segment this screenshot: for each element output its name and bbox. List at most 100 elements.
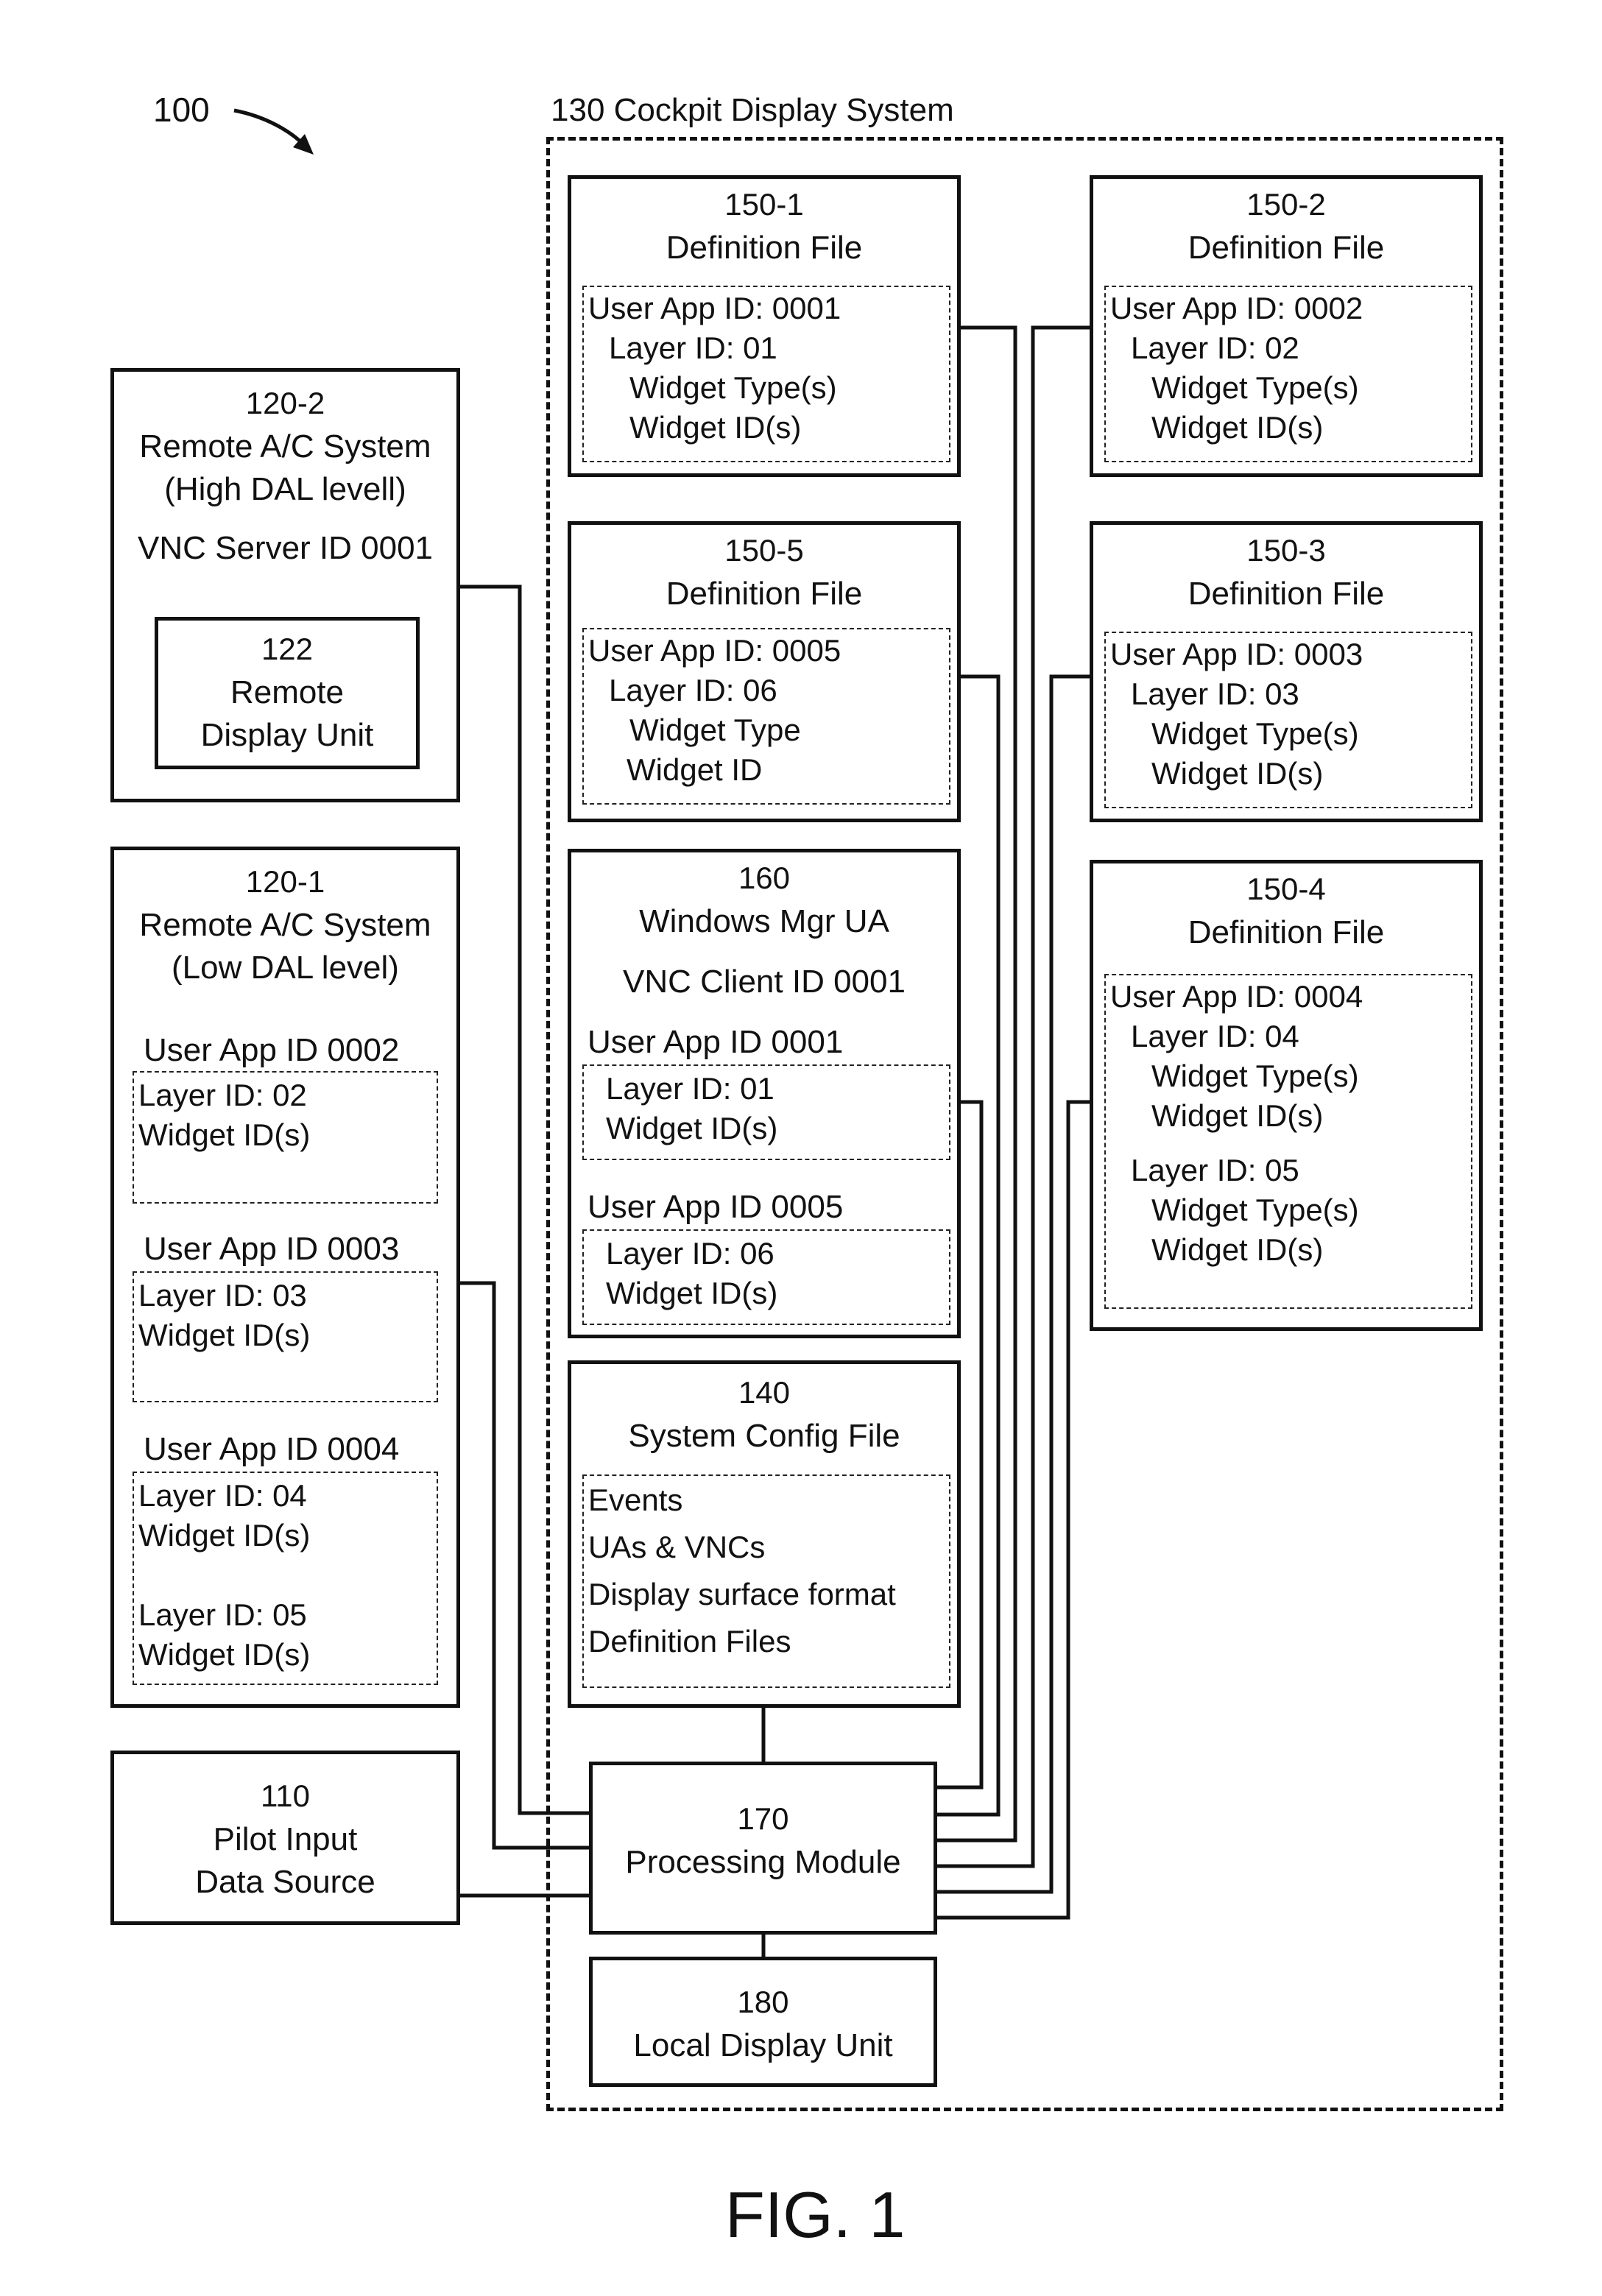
def-file-title: Definition File (666, 230, 863, 266)
widget-types: Widget Type(s) (629, 370, 837, 405)
widget-ids: Widget ID(s) (1151, 1098, 1324, 1133)
layer-id: Layer ID: 05 (1131, 1153, 1299, 1187)
remote-low-app-label: User App ID 0003 (144, 1231, 400, 1267)
system-config-title: System Config File (628, 1418, 900, 1454)
layer-id: Layer ID: 06 (606, 1236, 774, 1271)
local-display-unit[interactable]: 180 Local Display Unit (589, 1957, 937, 2087)
layer-id: Layer ID: 03 (1131, 677, 1299, 711)
widget-ids: Widget ID(s) (629, 410, 802, 445)
processing-module[interactable]: 170 Processing Module (589, 1762, 937, 1935)
pilot-input-line1: Pilot Input (213, 1821, 358, 1857)
layer-id: Layer ID: 04 (138, 1478, 307, 1513)
cockpit-display-system-title: 130 Cockpit Display System (551, 92, 954, 128)
def-file-content: User App ID: 0002 Layer ID: 02 Widget Ty… (1104, 286, 1472, 462)
remote-high-subtitle: (High DAL levell) (164, 471, 406, 507)
remote-display-line2: Display Unit (200, 717, 374, 753)
def-file-title: Definition File (1188, 914, 1385, 950)
definition-file-150-2[interactable]: 150-2 Definition File User App ID: 0002 … (1090, 175, 1483, 477)
remote-display-line1: Remote (230, 674, 345, 710)
vnc-client-id: VNC Client ID 0001 (623, 964, 906, 1000)
system-config-content: Events UAs & VNCs Display surface format… (582, 1474, 950, 1688)
def-file-ref: 150-5 (724, 533, 804, 568)
definition-file-150-3[interactable]: 150-3 Definition File User App ID: 0003 … (1090, 521, 1483, 822)
layer-id: Layer ID: 05 (138, 1597, 307, 1632)
config-item-events: Events (588, 1483, 683, 1517)
layer-id: Layer ID: 01 (606, 1071, 774, 1106)
def-file-title: Definition File (666, 576, 863, 612)
config-item-uas-vncs: UAs & VNCs (588, 1530, 766, 1564)
processing-module-ref: 170 (737, 1801, 789, 1836)
config-item-display-surface-format: Display surface format (588, 1577, 896, 1611)
user-app-id: User App ID: 0003 (1110, 637, 1363, 671)
config-item-definition-files: Definition Files (588, 1624, 791, 1659)
widget-ids: Widget ID(s) (138, 1518, 311, 1553)
local-display-title: Local Display Unit (633, 2027, 893, 2063)
windows-mgr-app-label: User App ID 0005 (587, 1189, 844, 1225)
user-app-id: User App ID: 0001 (588, 291, 841, 325)
widget-ids: Widget ID(s) (1151, 1232, 1324, 1267)
def-file-ref: 150-1 (724, 187, 804, 222)
remote-low-app-label: User App ID 0004 (144, 1431, 400, 1467)
def-file-content: User App ID: 0003 Layer ID: 03 Widget Ty… (1104, 632, 1472, 808)
windows-manager-ua[interactable]: 160 Windows Mgr UA VNC Client ID 0001 Us… (568, 849, 961, 1338)
remote-low-app-label: User App ID 0002 (144, 1032, 400, 1068)
remote-high-ref: 120-2 (245, 386, 325, 420)
layer-id: Layer ID: 06 (609, 673, 777, 707)
def-file-content: User App ID: 0001 Layer ID: 01 Widget Ty… (582, 286, 950, 462)
local-display-ref: 180 (737, 1985, 789, 2019)
layer-id: Layer ID: 02 (138, 1078, 307, 1112)
widget-ids: Widget ID(s) (606, 1111, 778, 1145)
remote-ac-system-low[interactable]: 120-1 Remote A/C System (Low DAL level) … (110, 847, 460, 1708)
def-file-ref: 150-4 (1246, 872, 1326, 906)
windows-mgr-ref: 160 (738, 861, 791, 895)
processing-module-title: Processing Module (625, 1844, 901, 1880)
definition-file-150-5[interactable]: 150-5 Definition File User App ID: 0005 … (568, 521, 961, 822)
ref-arrow-100 (233, 108, 306, 147)
windows-mgr-title: Windows Mgr UA (639, 903, 889, 939)
layer-id: Layer ID: 02 (1131, 331, 1299, 365)
remote-ac-system-high[interactable]: 120-2 Remote A/C System (High DAL levell… (110, 368, 460, 802)
definition-file-150-1[interactable]: 150-1 Definition File User App ID: 0001 … (568, 175, 961, 477)
remote-display-ref: 122 (261, 632, 314, 666)
layer-id: Layer ID: 01 (609, 331, 777, 365)
remote-display-unit[interactable]: 122 Remote Display Unit (155, 617, 420, 769)
widget-ids: Widget ID(s) (1151, 410, 1324, 445)
figure-ref-label: 100 (153, 91, 210, 129)
windows-mgr-app-layer-box: Layer ID: 06 Widget ID(s) (582, 1229, 950, 1325)
def-file-ref: 150-2 (1246, 187, 1326, 222)
vnc-server-id: VNC Server ID 0001 (137, 530, 434, 566)
widget-id: Widget ID (627, 752, 763, 787)
figure-caption: FIG. 1 (725, 2178, 906, 2251)
remote-low-app-layer-box: Layer ID: 04 Widget ID(s) Layer ID: 05 W… (133, 1472, 438, 1685)
definition-file-150-4[interactable]: 150-4 Definition File User App ID: 0004 … (1090, 860, 1483, 1331)
system-config-file[interactable]: 140 System Config File Events UAs & VNCs… (568, 1360, 961, 1708)
layer-id: Layer ID: 04 (1131, 1019, 1299, 1053)
widget-ids: Widget ID(s) (138, 1117, 311, 1152)
pilot-input-ref: 110 (261, 1778, 310, 1813)
remote-low-app-layer-box: Layer ID: 03 Widget ID(s) (133, 1271, 438, 1402)
remote-low-subtitle: (Low DAL level) (172, 950, 399, 986)
widget-types: Widget Type(s) (1151, 1059, 1359, 1093)
widget-types: Widget Type(s) (1151, 1193, 1359, 1227)
widget-ids: Widget ID(s) (606, 1276, 778, 1310)
remote-low-title: Remote A/C System (139, 907, 431, 943)
widget-ids: Widget ID(s) (138, 1318, 311, 1352)
windows-mgr-app-layer-box: Layer ID: 01 Widget ID(s) (582, 1064, 950, 1160)
pilot-input-line2: Data Source (195, 1864, 375, 1900)
user-app-id: User App ID: 0002 (1110, 291, 1363, 325)
user-app-id: User App ID: 0004 (1110, 979, 1363, 1014)
def-file-title: Definition File (1188, 576, 1385, 612)
remote-high-title: Remote A/C System (139, 428, 431, 465)
layer-id: Layer ID: 03 (138, 1278, 307, 1313)
widget-ids: Widget ID(s) (1151, 756, 1324, 791)
widget-types: Widget Type(s) (1151, 370, 1359, 405)
def-file-content: User App ID: 0005 Layer ID: 06 Widget Ty… (582, 628, 950, 805)
system-config-ref: 140 (738, 1375, 791, 1410)
windows-mgr-app-label: User App ID 0001 (587, 1024, 844, 1060)
user-app-id: User App ID: 0005 (588, 633, 841, 668)
def-file-ref: 150-3 (1246, 533, 1326, 568)
def-file-title: Definition File (1188, 230, 1385, 266)
pilot-input-data-source[interactable]: 110 Pilot Input Data Source (110, 1751, 460, 1925)
remote-low-ref: 120-1 (245, 864, 325, 899)
widget-ids: Widget ID(s) (138, 1637, 311, 1672)
